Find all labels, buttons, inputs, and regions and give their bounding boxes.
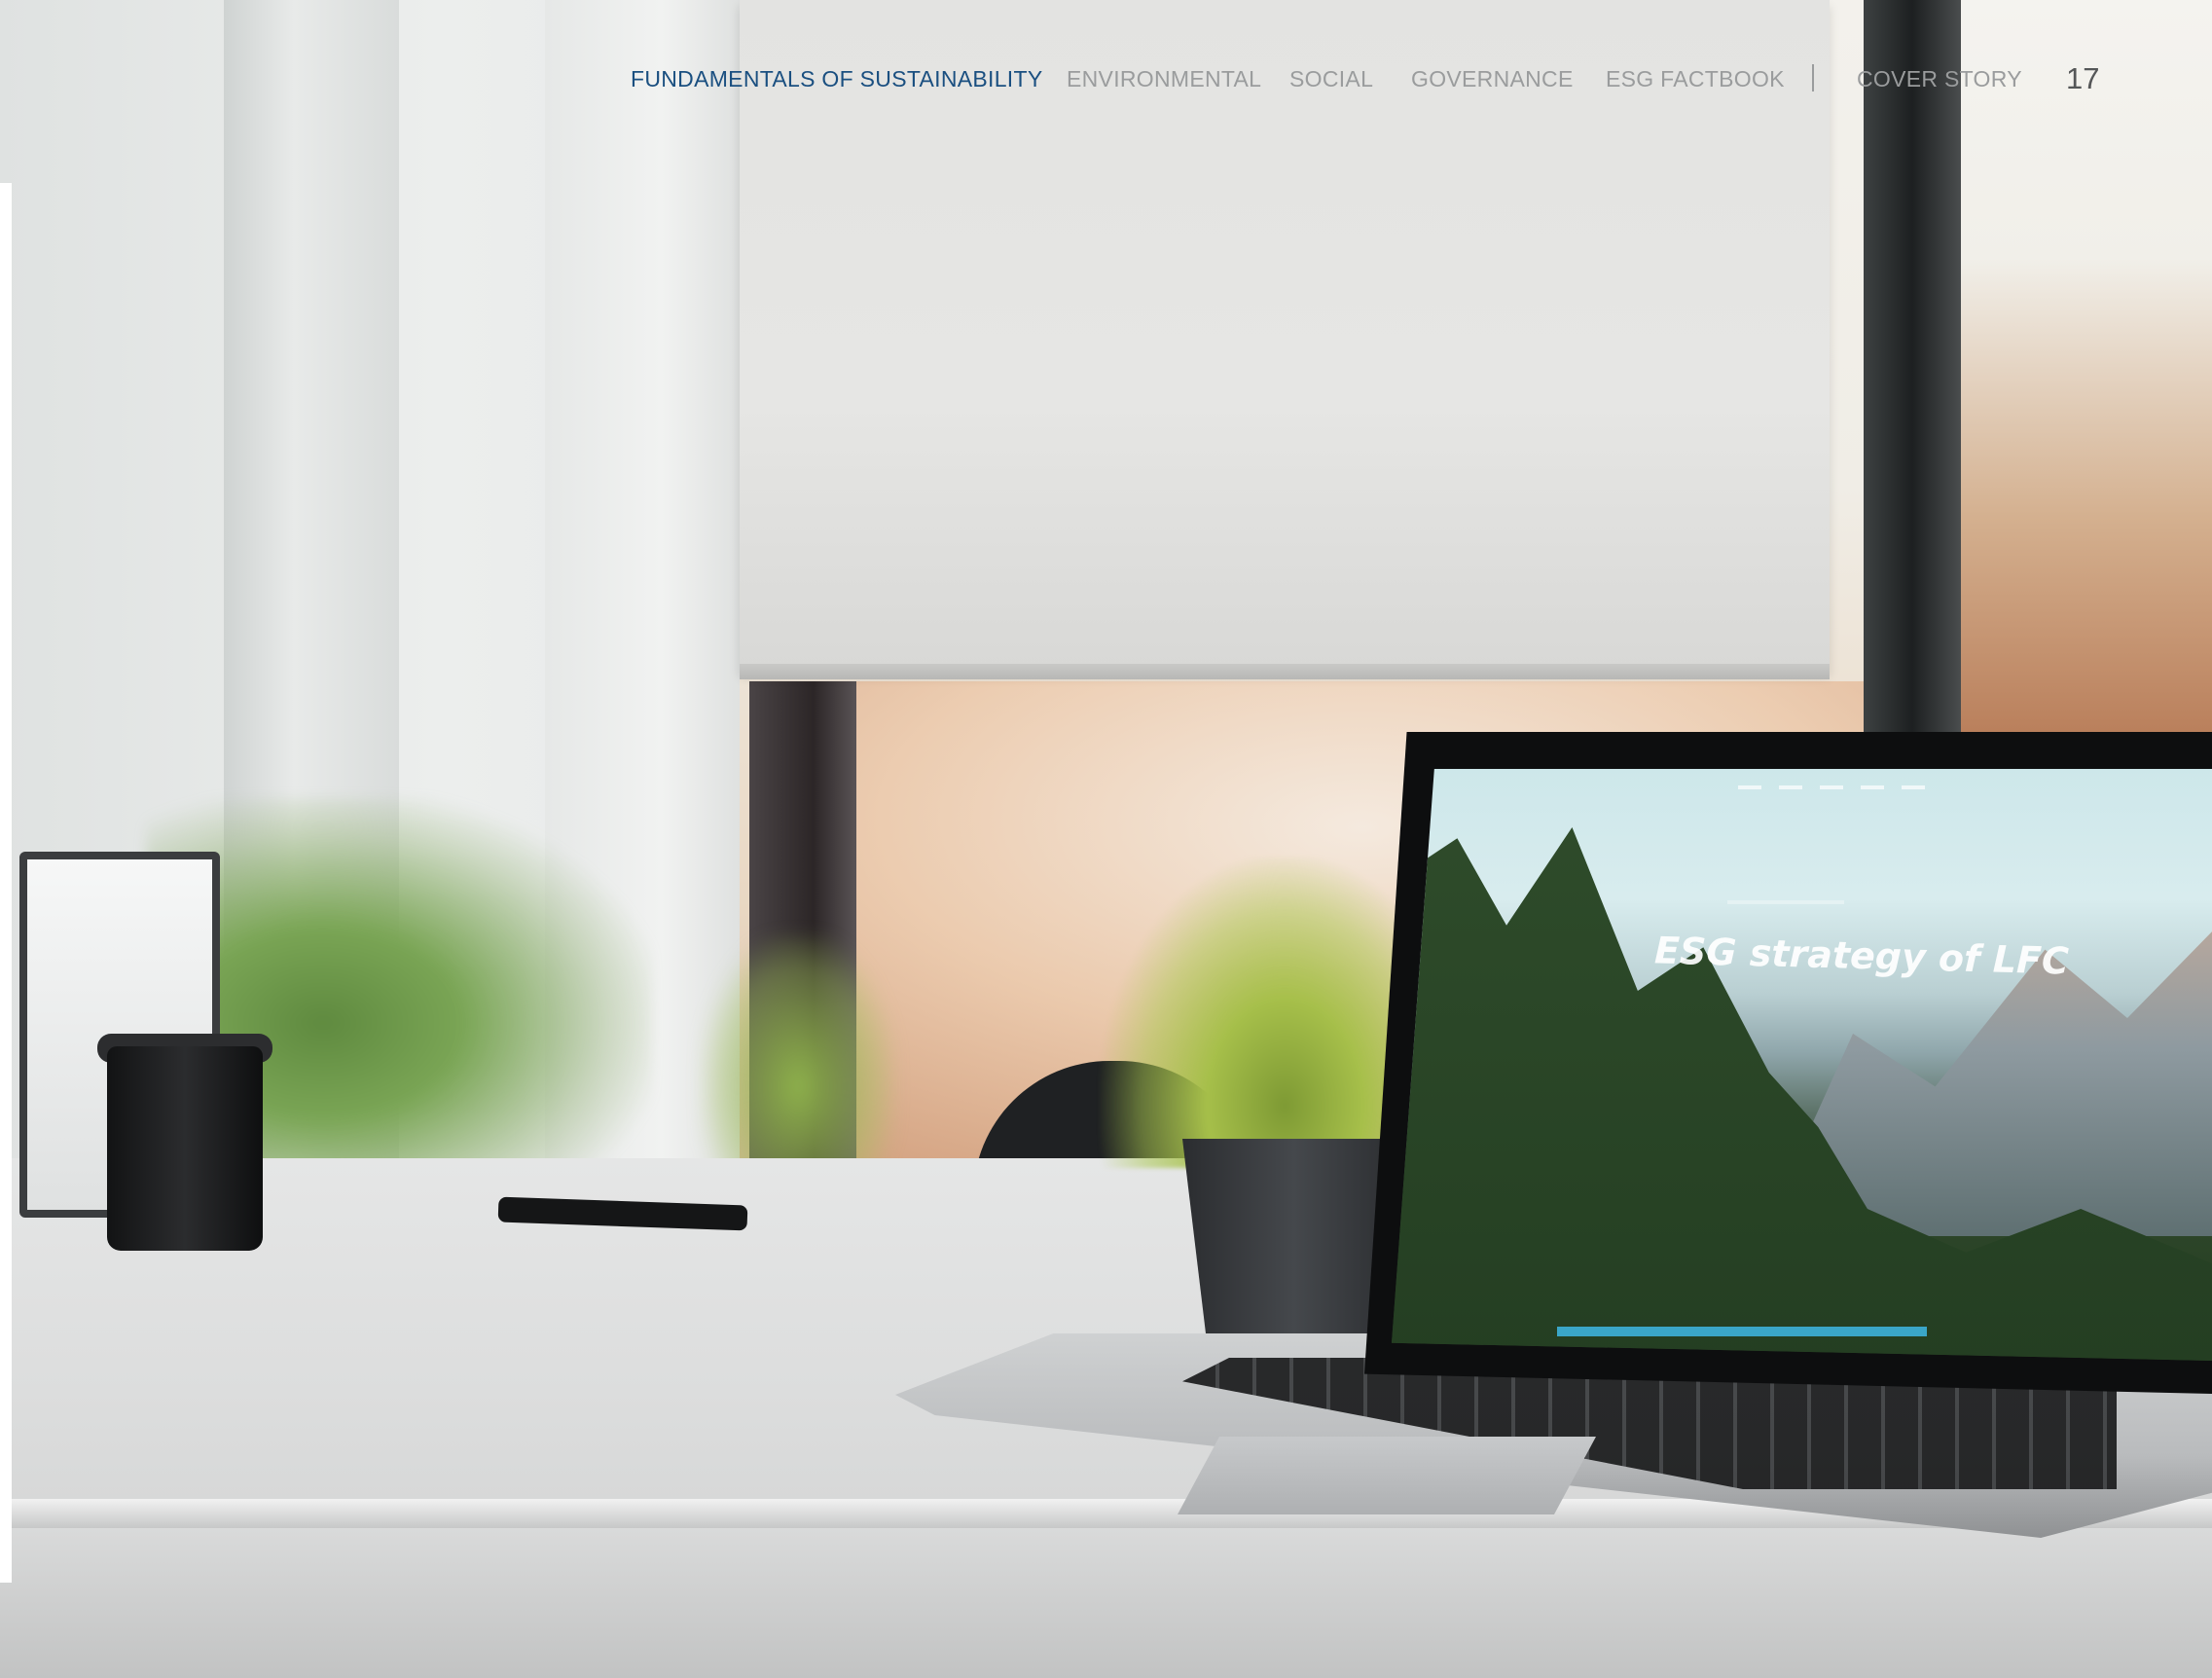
photo-window-frame [1864, 0, 1961, 740]
nav-fundamentals-of-sustainability[interactable]: FUNDAMENTALS OF SUSTAINABILITY [631, 62, 1042, 95]
nav-environmental[interactable]: ENVIRONMENTAL [1067, 62, 1261, 95]
photo-roller-blind [740, 0, 1830, 672]
magazine-page: ESG strategy of LFC FUNDAMENTALS OF SUST… [0, 0, 2212, 1678]
screen-website-nav [1392, 777, 2212, 798]
photo-laptop-screen: ESG strategy of LFC [1392, 769, 2212, 1361]
page-number: 17 [2066, 61, 2100, 95]
nav-social[interactable]: SOCIAL [1289, 62, 1373, 95]
screen-accent-bar [1557, 1327, 1927, 1336]
screen-eyebrow [1727, 900, 1844, 904]
photo-desk-front [0, 1528, 2212, 1678]
photo-coffee-cup [107, 1046, 263, 1251]
photo-plants-middle [701, 934, 895, 1187]
nav-cover-story[interactable]: COVER STORY [1857, 62, 2022, 95]
photo-laptop-trackpad [1178, 1437, 1596, 1514]
left-content-panel [0, 183, 12, 1583]
nav-separator [1812, 64, 1814, 91]
section-navigation: FUNDAMENTALS OF SUSTAINABILITY ENVIRONME… [0, 62, 2212, 95]
nav-esg-factbook[interactable]: ESG FACTBOOK [1606, 62, 1785, 95]
nav-governance[interactable]: GOVERNANCE [1411, 62, 1574, 95]
photo-outside-view [1961, 0, 2212, 740]
photo-blind-bar [740, 664, 1830, 679]
